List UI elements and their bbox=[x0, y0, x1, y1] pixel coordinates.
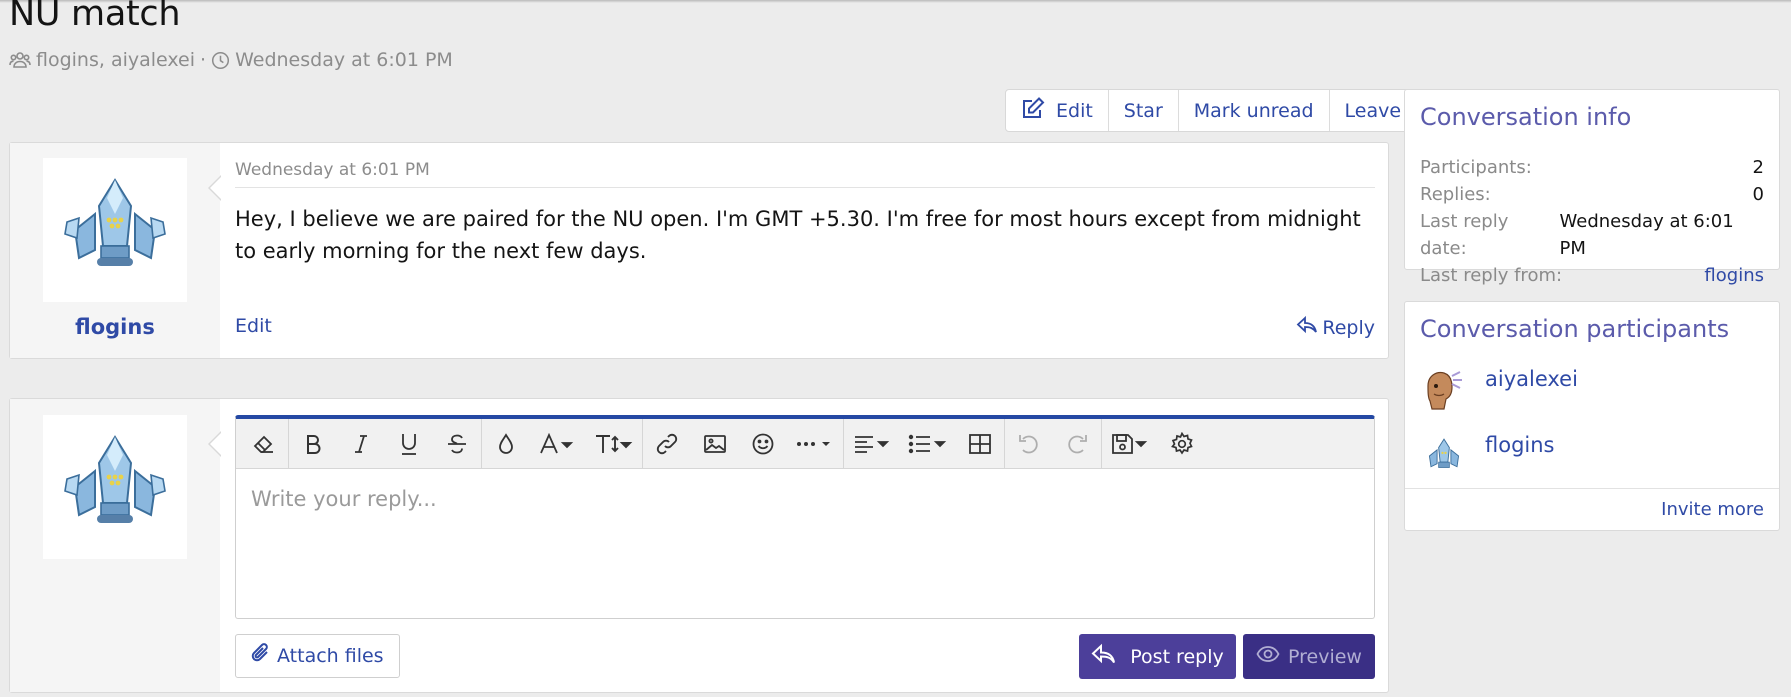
page-title: NU match bbox=[9, 0, 181, 34]
conversation-info-panel: Conversation info Participants: 2 Replie… bbox=[1404, 89, 1780, 286]
participant-link-flogins[interactable]: flogins bbox=[1485, 432, 1555, 457]
underline-icon[interactable] bbox=[385, 420, 433, 468]
eye-icon bbox=[1256, 645, 1288, 668]
star-button[interactable]: Star bbox=[1107, 90, 1178, 131]
editor-toolbar bbox=[236, 418, 1374, 469]
invite-more-link[interactable]: Invite more bbox=[1405, 488, 1779, 530]
message-edit-link[interactable]: Edit bbox=[235, 315, 272, 337]
more-icon[interactable] bbox=[787, 420, 843, 468]
avatar[interactable] bbox=[43, 158, 187, 302]
conversation-actions: Edit Star Mark unread Leave bbox=[1005, 89, 1418, 132]
top-shadow bbox=[0, 0, 1791, 3]
preview-label: Preview bbox=[1288, 645, 1362, 668]
drafts-icon[interactable] bbox=[1102, 420, 1158, 468]
info-row-replies: Replies: 0 bbox=[1420, 181, 1764, 208]
redo-icon[interactable] bbox=[1053, 420, 1101, 468]
image-icon[interactable] bbox=[691, 420, 739, 468]
bold-icon[interactable] bbox=[289, 420, 337, 468]
users-icon bbox=[9, 51, 31, 69]
post-reply-button[interactable]: Post reply bbox=[1079, 634, 1236, 679]
list-icon[interactable] bbox=[900, 420, 956, 468]
reply-icon bbox=[1091, 643, 1130, 670]
table-icon[interactable] bbox=[956, 420, 1004, 468]
italic-icon[interactable] bbox=[337, 420, 385, 468]
reply-label: Reply bbox=[1322, 316, 1375, 339]
list-item: aiyalexei bbox=[1420, 366, 1578, 432]
conversation-info-title: Conversation info bbox=[1420, 103, 1632, 131]
align-icon[interactable] bbox=[844, 420, 900, 468]
font-family-icon[interactable] bbox=[530, 420, 586, 468]
message-reply-link[interactable]: Reply bbox=[1296, 315, 1375, 340]
participant-link-aiyalexei[interactable]: aiyalexei bbox=[1485, 366, 1578, 391]
reply-arrow bbox=[208, 431, 222, 457]
info-row-last-reply-date: Last reply date: Wednesday at 6:01 PM bbox=[1420, 208, 1764, 262]
edit-icon bbox=[1021, 96, 1056, 125]
info-value: 0 bbox=[1752, 184, 1764, 205]
avatar-sprite-icon bbox=[1427, 371, 1462, 410]
avatar[interactable] bbox=[1420, 366, 1468, 414]
link-icon[interactable] bbox=[643, 420, 691, 468]
reply-editor: Write your reply... bbox=[235, 415, 1375, 619]
participants-text: flogins, aiyalexei bbox=[36, 49, 196, 71]
message-date[interactable]: Wednesday at 6:01 PM bbox=[235, 160, 430, 180]
message-divider bbox=[235, 187, 1375, 188]
edit-conversation-button[interactable]: Edit bbox=[1006, 90, 1108, 131]
message-body: Hey, I believe we are paired for the NU … bbox=[235, 207, 1361, 263]
last-reply-user-link[interactable]: flogins bbox=[1704, 262, 1764, 289]
reply-user-column bbox=[10, 399, 220, 692]
conversation-participants-panel: Conversation participants aiyalexei flog… bbox=[1404, 301, 1780, 531]
reply-input[interactable]: Write your reply... bbox=[251, 487, 437, 511]
settings-icon[interactable] bbox=[1158, 420, 1206, 468]
avatar-sprite-icon bbox=[64, 435, 166, 523]
reply-form: Write your reply... Attach files Post re… bbox=[9, 398, 1389, 693]
edit-label: Edit bbox=[1056, 99, 1093, 122]
text-color-icon[interactable] bbox=[482, 420, 530, 468]
strikethrough-icon[interactable] bbox=[433, 420, 481, 468]
font-size-icon[interactable] bbox=[586, 420, 642, 468]
clock-icon bbox=[211, 51, 230, 70]
conversation-meta: flogins, aiyalexei · Wednesday at 6:01 P… bbox=[9, 49, 453, 71]
meta-separator: · bbox=[200, 49, 207, 71]
info-label: Replies: bbox=[1420, 184, 1491, 205]
preview-button[interactable]: Preview bbox=[1243, 634, 1375, 679]
message: flogins Wednesday at 6:01 PM Hey, I beli… bbox=[9, 142, 1389, 359]
message-user-column: flogins bbox=[10, 143, 220, 358]
info-value: 2 bbox=[1752, 157, 1764, 178]
participant-list: aiyalexei flogins bbox=[1420, 366, 1578, 498]
paperclip-icon bbox=[251, 642, 277, 670]
info-row-participants: Participants: 2 bbox=[1420, 154, 1764, 181]
message-arrow bbox=[208, 175, 222, 201]
eraser-icon[interactable] bbox=[240, 420, 288, 468]
avatar-sprite-icon bbox=[1428, 438, 1460, 468]
undo-icon[interactable] bbox=[1005, 420, 1053, 468]
conversation-participants-title: Conversation participants bbox=[1420, 315, 1730, 343]
attach-files-label: Attach files bbox=[277, 645, 384, 667]
avatar[interactable] bbox=[1420, 432, 1468, 480]
mark-unread-button[interactable]: Mark unread bbox=[1177, 90, 1329, 131]
info-row-last-reply-from: Last reply from: flogins bbox=[1420, 262, 1764, 289]
avatar-sprite-icon bbox=[64, 178, 166, 266]
reply-icon bbox=[1296, 315, 1322, 340]
message-author[interactable]: flogins bbox=[10, 315, 220, 339]
info-label: Last reply date: bbox=[1420, 211, 1509, 259]
info-value[interactable]: Wednesday at 6:01 PM bbox=[1560, 208, 1764, 262]
conversation-info-list: Participants: 2 Replies: 0 Last reply da… bbox=[1420, 154, 1764, 289]
post-reply-label: Post reply bbox=[1130, 645, 1224, 668]
avatar[interactable] bbox=[43, 415, 187, 559]
emoji-icon[interactable] bbox=[739, 420, 787, 468]
info-label: Last reply from: bbox=[1420, 265, 1563, 286]
info-label: Participants: bbox=[1420, 157, 1532, 178]
conversation-date[interactable]: Wednesday at 6:01 PM bbox=[235, 49, 453, 71]
leave-button[interactable]: Leave bbox=[1328, 90, 1417, 131]
attach-files-button[interactable]: Attach files bbox=[235, 634, 400, 678]
